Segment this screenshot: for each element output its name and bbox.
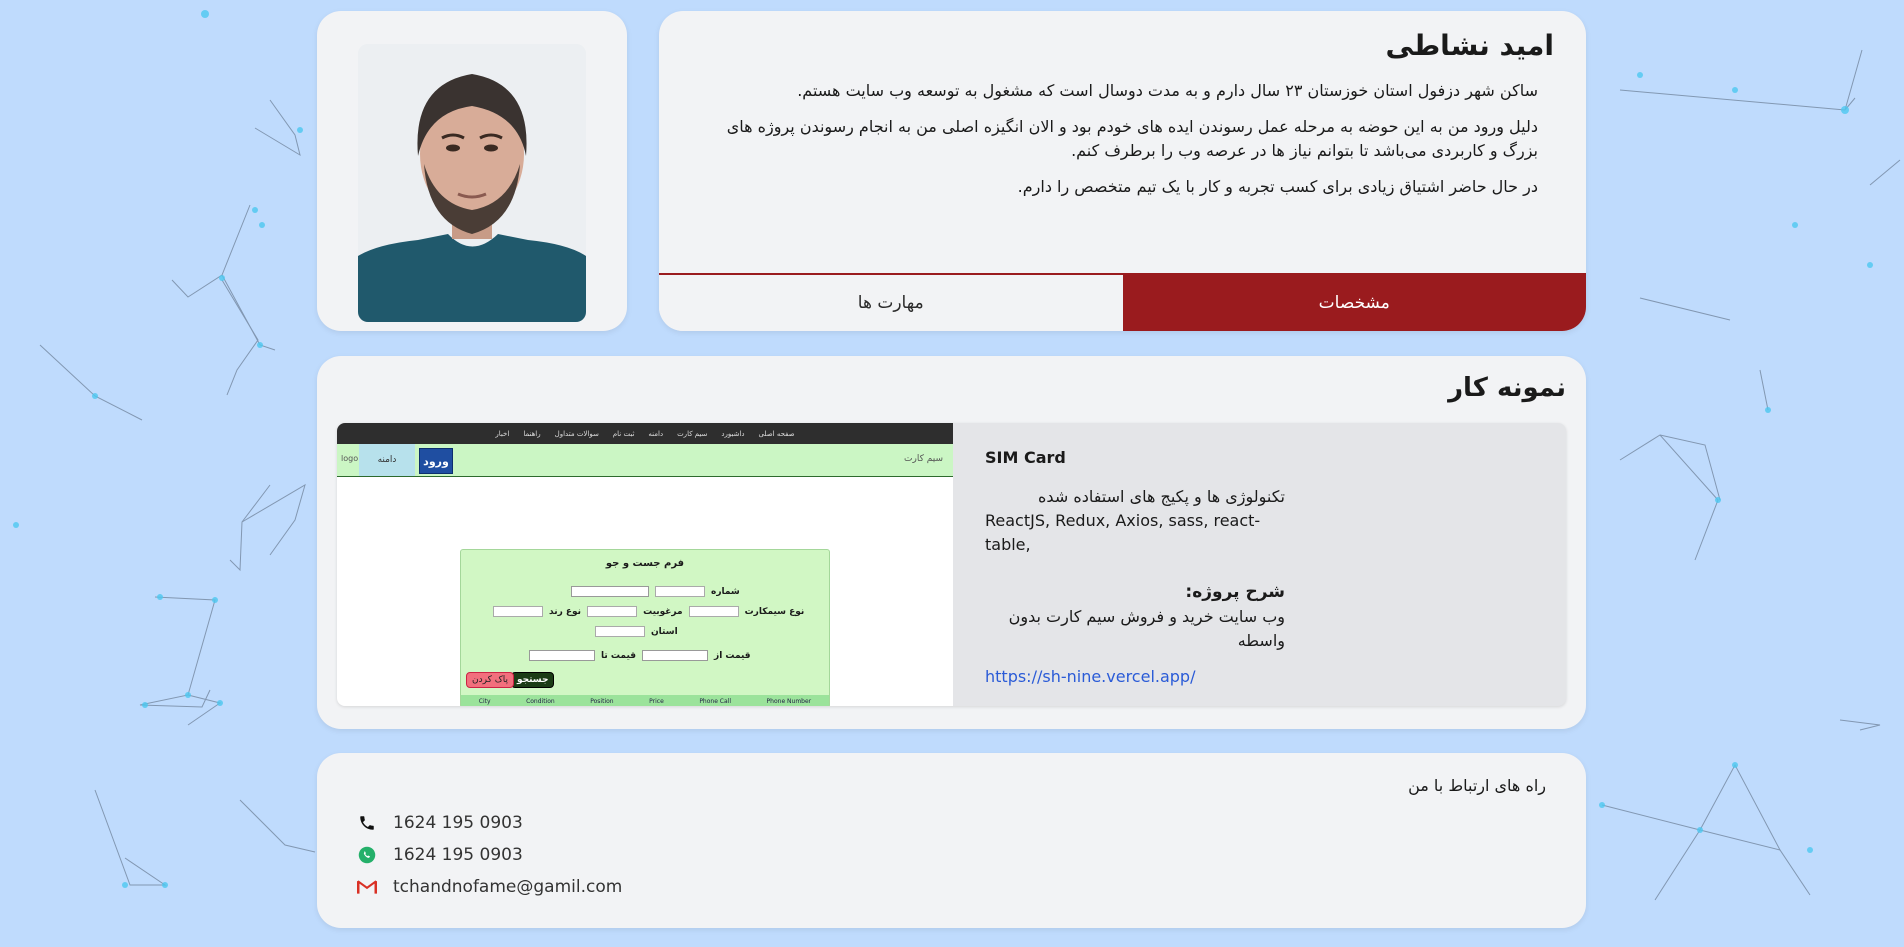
screenshot-input [642,650,709,661]
project-desc-title: شرح پروژه: [1185,582,1285,602]
screenshot-nav-item: راهنما [523,429,541,438]
screenshot-search-button: جستجو [511,672,555,688]
screenshot-label: قیمت از [714,650,751,661]
gmail-icon [357,877,377,897]
contact-title: راه های ارتباط با من [1408,776,1546,795]
screenshot-nav-item: ثبت نام [612,429,635,438]
portfolio-card: نمونه کار صفحه اصلی داشبورد سیم کارت دام… [317,356,1586,729]
project-tech-list: ReactJS, Redux, Axios, sass, react-table… [985,511,1261,554]
screenshot-logo: logo [341,454,359,463]
screenshot-table-col: Price [649,697,664,705]
profile-tabs: مهارت ها مشخصات [659,273,1586,331]
contact-list: 1624 195 0903 1624 195 0903 tchandnofame… [357,807,622,903]
screenshot-nav-item: سیم کارت [677,429,708,438]
screenshot-domain: دامنه [359,444,415,476]
project-tech-title: تکنولوژی ها و پکیج های استفاده شده [1038,487,1285,506]
about-card: امید نشاطی ساکن شهر دزفول استان خوزستان … [659,11,1586,331]
project-description: وب سایت خرید و فروش سیم کارت بدون واسطه [1008,607,1285,650]
about-paragraph: دلیل ورود من به این حوضه به مرحله عمل رس… [726,117,1538,160]
screenshot-select [493,606,543,617]
screenshot-nav-item: دامنه [648,429,664,438]
screenshot-brand: سیم کارت [904,454,943,464]
screenshot-login: ورود [419,448,453,474]
screenshot-nav: صفحه اصلی داشبورد سیم کارت دامنه ثبت نام… [337,423,953,444]
photo-card [317,11,627,331]
tab-specs[interactable]: مشخصات [1122,275,1586,331]
project-card: صفحه اصلی داشبورد سیم کارت دامنه ثبت نام… [337,423,1566,706]
project-screenshot[interactable]: صفحه اصلی داشبورد سیم کارت دامنه ثبت نام… [337,423,953,706]
screenshot-nav-item: اخبار [495,429,510,438]
screenshot-table-header: City Condition Position Price Phone Call… [461,695,829,706]
screenshot-nav-item: صفحه اصلی [758,429,795,438]
tab-skills[interactable]: مهارت ها [659,275,1123,331]
screenshot-label: مرغوبیت [643,606,683,617]
screenshot-header: logo دامنه ورود سیم کارت [337,444,953,477]
screenshot-label: قیمت تا [601,650,637,661]
phone-number: 1624 195 0903 [393,813,523,833]
phone-icon [357,813,377,833]
screenshot-input [529,650,595,661]
screenshot-nav-item: داشبورد [721,429,745,438]
profile-photo [358,44,586,322]
about-paragraph: در حال حاضر اشتیاق زیادی برای کسب تجربه … [1017,177,1538,196]
screenshot-label: نوع رند [549,606,582,617]
email-link[interactable]: tchandnofame@gamil.com [393,877,622,897]
screenshot-label: نوع سیمکارت [744,606,805,617]
project-info: SIM Card تکنولوژی ها و پکیج های استفاده … [985,448,1285,686]
screenshot-table-col: Phone Call [699,697,732,705]
screenshot-input [571,586,649,597]
screenshot-clear-button: پاک کردن [466,672,515,688]
contact-phone-item[interactable]: 1624 195 0903 [357,807,622,839]
screenshot-select [595,626,645,637]
screenshot-label: استان [651,626,678,637]
screenshot-table-col: City [478,697,491,705]
contact-email-item[interactable]: tchandnofame@gamil.com [357,871,622,903]
project-link[interactable]: https://sh-nine.vercel.app/ [985,667,1195,686]
contact-card: راه های ارتباط با من 1624 195 0903 1624 … [317,753,1586,928]
screenshot-table-col: Phone Number [766,697,812,705]
project-name: SIM Card [985,448,1066,467]
portfolio-title: نمونه کار [1448,373,1566,403]
screenshot-label: شماره [711,586,740,597]
screenshot-table-col: Position [590,697,614,705]
screenshot-table-col: Condition [526,697,555,705]
screenshot-nav-item: سوالات متداول [554,429,599,438]
profile-name: امید نشاطی [1385,29,1554,62]
whatsapp-icon [357,845,377,865]
about-paragraph: ساکن شهر دزفول استان خوزستان ۲۳ سال دارم… [797,81,1538,100]
contact-whatsapp-item[interactable]: 1624 195 0903 [357,839,622,871]
screenshot-select [688,606,739,617]
whatsapp-number: 1624 195 0903 [393,845,523,865]
about-description: ساکن شهر دزفول استان خوزستان ۲۳ سال دارم… [707,79,1538,211]
screenshot-select [655,586,705,597]
screenshot-search-form: فرم جست و جو شماره نوع سیمکارت مرغوبیت ن… [460,549,830,706]
screenshot-form-title: فرم جست و جو [605,558,685,569]
screenshot-select [587,606,638,617]
